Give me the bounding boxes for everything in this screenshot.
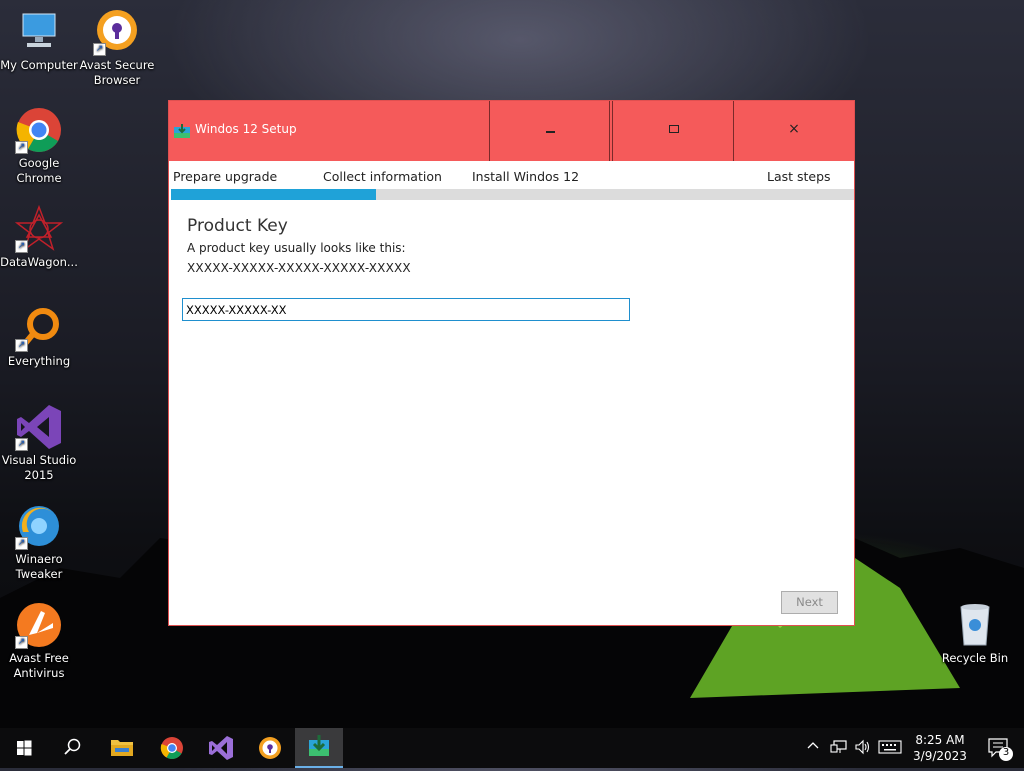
desktop-icon-label: My Computer <box>0 58 78 72</box>
volume-icon[interactable] <box>854 739 872 758</box>
avast-secure-browser-icon <box>259 737 281 759</box>
start-icon <box>17 740 32 756</box>
desktop-icon-everything[interactable]: ↗ Everything <box>0 304 78 369</box>
taskbar-clock[interactable]: 8:25 AM 3/9/2023 <box>905 732 975 764</box>
chrome-icon <box>160 737 183 759</box>
step-prepare-upgrade: Prepare upgrade <box>173 169 278 184</box>
shortcut-arrow-icon: ↗ <box>15 438 28 451</box>
computer-icon <box>15 8 63 56</box>
desktop-icon-label: Google Chrome <box>16 156 62 185</box>
product-key-heading: Product Key <box>187 216 288 236</box>
visual-studio-icon <box>209 736 233 760</box>
start-button[interactable] <box>0 728 48 768</box>
desktop-icon-my-computer[interactable]: My Computer <box>0 8 78 73</box>
desktop-icon-label: Avast Secure Browser <box>79 58 155 87</box>
taskbar: 8:25 AM 3/9/2023 3 <box>0 728 1024 768</box>
setup-steps: Prepare upgrade Collect information Inst… <box>169 161 854 189</box>
maximize-button[interactable] <box>612 101 733 161</box>
shortcut-arrow-icon: ↗ <box>15 537 28 550</box>
file-explorer-icon <box>111 740 133 756</box>
taskbar-file-explorer[interactable] <box>98 728 146 768</box>
avast-secure-browser-icon: ↗ <box>93 8 141 56</box>
notification-count-badge: 3 <box>1002 747 1010 758</box>
datawagon-icon: ↗ <box>14 204 64 253</box>
product-key-input[interactable] <box>182 298 630 321</box>
taskbar-search-button[interactable] <box>48 728 96 768</box>
clock-time: 8:25 AM <box>915 733 965 747</box>
next-button[interactable]: Next <box>781 591 838 614</box>
desktop-icon-label: Avast Free Antivirus <box>9 651 69 680</box>
close-icon: × <box>788 121 800 137</box>
desktop-icon-visual-studio[interactable]: ↗ Visual Studio 2015 <box>0 403 78 483</box>
taskbar-visual-studio[interactable] <box>197 728 245 768</box>
setup-progress-fill <box>171 189 376 200</box>
desktop-icon-recycle-bin[interactable]: Recycle Bin <box>936 601 1014 666</box>
window-title: Windos 12 Setup <box>195 122 297 136</box>
shortcut-arrow-icon: ↗ <box>15 636 28 649</box>
desktop-icon-winaero-tweaker[interactable]: ↗ Winaero Tweaker <box>0 502 78 582</box>
visual-studio-icon: ↗ <box>15 403 63 451</box>
desktop-icon-label: Visual Studio 2015 <box>1 453 77 482</box>
keyboard-icon[interactable] <box>878 740 902 757</box>
desktop-icon-label: DataWagon... <box>0 255 78 269</box>
system-tray <box>804 728 904 768</box>
everything-search-icon: ↗ <box>15 304 63 352</box>
desktop-icon-datawagon[interactable]: ↗ DataWagon... <box>0 204 78 270</box>
step-install: Install Windos 12 <box>472 169 580 184</box>
search-icon <box>64 738 81 755</box>
desktop-icon-avast-free-antivirus[interactable]: ↗ Avast Free Antivirus <box>0 601 78 681</box>
winaero-tweaker-icon: ↗ <box>15 502 63 550</box>
shortcut-arrow-icon: ↗ <box>93 43 106 56</box>
action-center-button[interactable]: 3 <box>980 728 1020 768</box>
shortcut-arrow-icon: ↗ <box>15 141 28 154</box>
avast-antivirus-icon: ↗ <box>15 601 63 649</box>
close-button[interactable]: × <box>733 101 854 161</box>
taskbar-chrome[interactable] <box>148 728 196 768</box>
show-hidden-icons-icon[interactable] <box>806 739 820 756</box>
desktop-icon-label: Winaero Tweaker <box>15 552 63 581</box>
minimize-icon <box>546 131 555 133</box>
shortcut-arrow-icon: ↗ <box>15 339 28 352</box>
setup-progress-bar <box>171 189 854 200</box>
taskbar-setup-app[interactable] <box>295 728 343 768</box>
step-last-steps: Last steps <box>767 169 831 184</box>
chrome-icon: ↗ <box>15 106 63 154</box>
step-collect-information: Collect information <box>323 169 442 184</box>
window-titlebar[interactable]: Windos 12 Setup × <box>169 101 854 161</box>
recycle-bin-icon <box>951 601 999 649</box>
taskbar-avast-secure-browser[interactable] <box>246 728 294 768</box>
setup-window: Windos 12 Setup × Prepare upgrade Collec… <box>168 100 855 626</box>
minimize-button[interactable] <box>489 101 610 161</box>
shortcut-arrow-icon: ↗ <box>15 240 28 253</box>
setup-icon <box>174 124 190 138</box>
desktop-icon-google-chrome[interactable]: ↗ Google Chrome <box>0 106 78 186</box>
desktop-icon-label: Everything <box>7 354 71 368</box>
network-icon[interactable] <box>830 739 848 758</box>
clock-date: 3/9/2023 <box>913 749 967 763</box>
product-key-example: XXXXX-XXXXX-XXXXX-XXXXX-XXXXX <box>187 261 411 275</box>
maximize-icon <box>669 125 679 133</box>
notifications-icon <box>988 738 1013 761</box>
desktop-icon-label: Recycle Bin <box>941 651 1009 665</box>
desktop-icon-avast-secure-browser[interactable]: ↗ Avast Secure Browser <box>78 8 156 88</box>
product-key-description: A product key usually looks like this: <box>187 241 406 255</box>
setup-icon <box>309 735 329 756</box>
